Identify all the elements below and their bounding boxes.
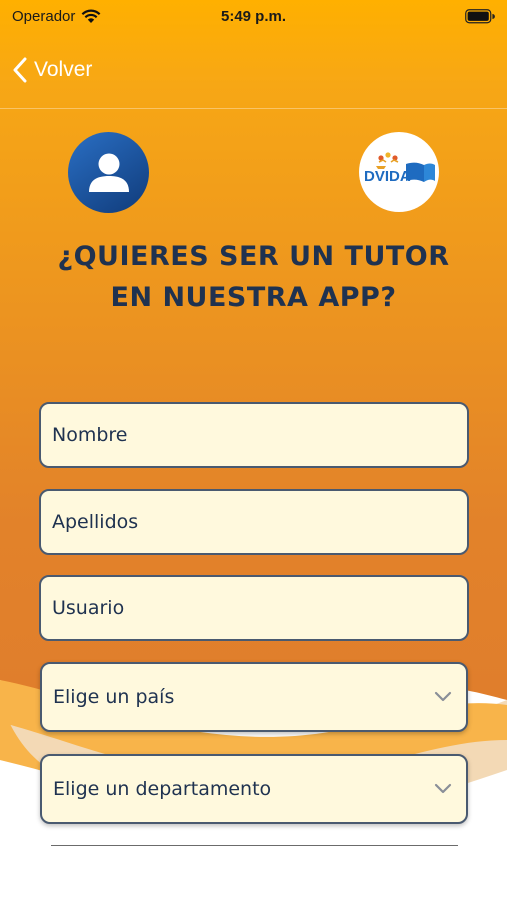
apellidos-placeholder: Apellidos <box>52 511 139 533</box>
chevron-left-icon <box>13 57 27 83</box>
chevron-down-icon <box>434 691 452 702</box>
status-left: Operador <box>12 8 101 25</box>
nav-divider <box>0 108 507 109</box>
department-select-label: Elige un departamento <box>53 778 272 800</box>
navigation-bar: Volver <box>0 40 507 100</box>
nombre-placeholder: Nombre <box>52 424 128 446</box>
carrier-label: Operador <box>12 7 76 25</box>
back-button[interactable]: Volver <box>12 57 92 83</box>
nombre-field[interactable]: Nombre <box>39 402 469 468</box>
avatar <box>68 132 149 213</box>
status-bar: Operador 5:49 p.m. <box>0 0 507 32</box>
dvida-logo: DVIDA <box>359 132 439 212</box>
back-label: Volver <box>34 58 93 81</box>
usuario-placeholder: Usuario <box>52 597 125 619</box>
country-select-label: Elige un país <box>53 686 175 708</box>
usuario-field[interactable]: Usuario <box>39 575 469 641</box>
battery-icon <box>465 8 495 24</box>
country-select[interactable]: Elige un país <box>40 662 468 732</box>
chevron-down-icon <box>434 783 452 794</box>
page-title: ¿QUIERES SER UN TUTOR EN NUESTRA APP? <box>57 241 450 313</box>
logo-graphic: DVIDA <box>364 152 435 185</box>
logo-text: DVIDA <box>364 168 411 185</box>
user-icon <box>88 153 129 192</box>
department-select[interactable]: Elige un departamento <box>40 754 468 824</box>
apellidos-field[interactable]: Apellidos <box>39 489 469 555</box>
form-divider <box>51 845 458 846</box>
wifi-icon <box>81 9 101 23</box>
